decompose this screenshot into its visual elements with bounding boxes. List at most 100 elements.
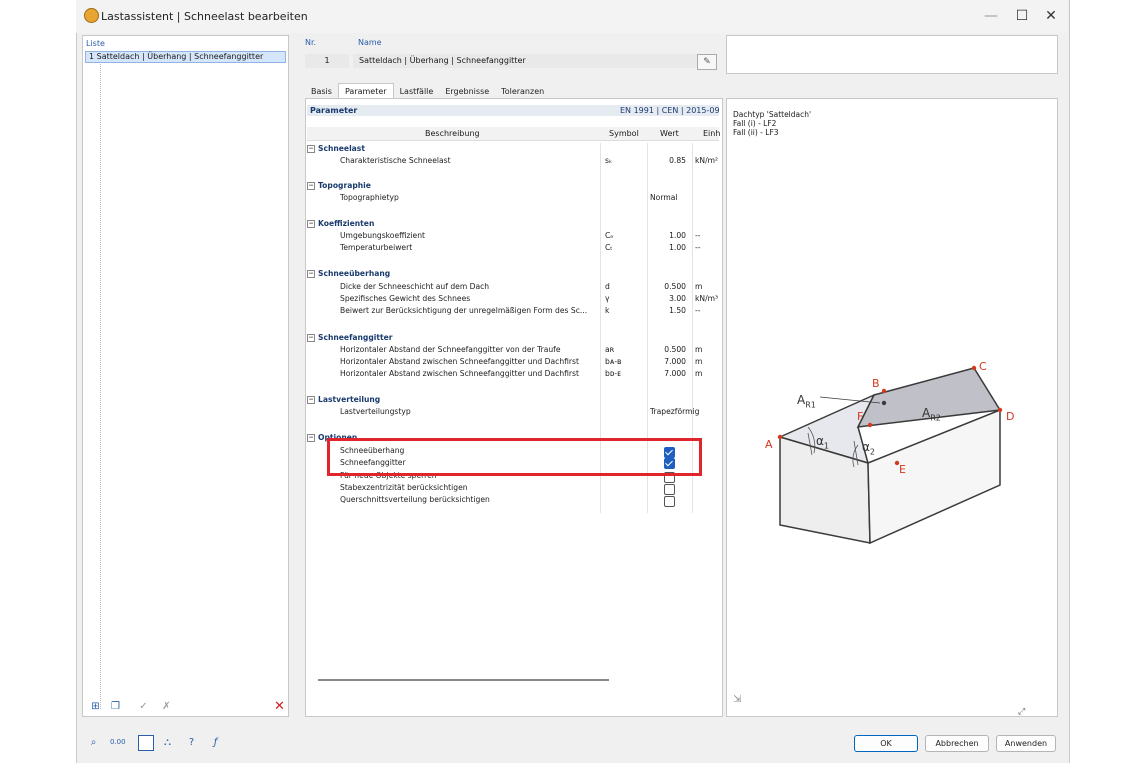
val-lastverteilungstyp[interactable]: Trapezförmig	[650, 407, 699, 417]
unit-bde: m	[695, 369, 703, 378]
nr-field[interactable]: 1	[305, 54, 349, 68]
group-topographie[interactable]: − Topographie	[307, 181, 371, 191]
list-tree-line	[100, 64, 102, 709]
group-schneelast[interactable]: − Schneelast	[307, 144, 365, 154]
val-d[interactable]: 0.500	[650, 282, 686, 292]
col-beschreibung: Beschreibung	[425, 129, 480, 138]
name-field[interactable]: Satteldach | Überhang | Schneefanggitter	[353, 54, 717, 68]
sym-gamma: γ	[605, 294, 610, 303]
minimize-button[interactable]: —	[976, 6, 1006, 26]
model-icon[interactable]: ⛬	[160, 735, 175, 750]
unit-sk: kN/m²	[695, 156, 719, 165]
label-b: B	[872, 377, 880, 390]
search-icon[interactable]: ⌕	[86, 735, 101, 750]
formula-icon[interactable]: ƒ	[208, 735, 223, 750]
label-c: C	[979, 360, 987, 373]
col-symbol: Symbol	[609, 129, 639, 138]
edit-name-icon[interactable]: ✎	[697, 54, 717, 70]
info-line-3: Fall (ii) - LF3	[733, 128, 779, 137]
diagram-tool-icon[interactable]: ⇲	[733, 694, 747, 706]
close-button[interactable]: ✕	[1036, 6, 1066, 26]
tab-lastfaelle[interactable]: Lastfälle	[394, 84, 440, 99]
val-topographietyp[interactable]: Normal	[650, 193, 677, 203]
row-abstand-de[interactable]: Horizontaler Abstand zwischen Schneefang…	[340, 369, 579, 379]
sym-d: d	[605, 282, 610, 291]
param-title: Parameter	[310, 106, 358, 115]
val-bab[interactable]: 7.000	[650, 357, 686, 367]
point-b	[881, 388, 887, 394]
val-ce[interactable]: 1.00	[650, 231, 686, 241]
row-lastverteilungstyp[interactable]: Lastverteilungstyp	[340, 407, 411, 417]
group-schneeueberhang[interactable]: − Schneeüberhang	[307, 269, 390, 279]
sym-ct: Cₜ	[605, 243, 613, 252]
cancel-button[interactable]: Abbrechen	[925, 735, 989, 752]
row-dicke[interactable]: Dicke der Schneeschicht auf dem Dach	[340, 282, 489, 292]
sym-ce: Cₑ	[605, 231, 614, 240]
apply-button[interactable]: Anwenden	[996, 735, 1056, 752]
app-icon	[84, 8, 99, 23]
val-bde[interactable]: 7.000	[650, 369, 686, 379]
tab-toleranzen[interactable]: Toleranzen	[495, 84, 550, 99]
row-abstand-ab[interactable]: Horizontaler Abstand zwischen Schneefang…	[340, 357, 579, 367]
label-d: D	[1006, 410, 1015, 423]
info-line-1: Dachtyp 'Satteldach'	[733, 110, 812, 119]
sym-sk: sₖ	[605, 156, 613, 165]
unit-bab: m	[695, 357, 703, 366]
uncheck-all-icon[interactable]: ✗	[159, 699, 174, 714]
label-a: A	[765, 438, 773, 451]
sym-k: k	[605, 306, 610, 315]
list-header: Liste	[86, 39, 105, 48]
col-einheit: Einh	[703, 129, 721, 138]
row-beiwert[interactable]: Beiwert zur Berücksichtigung der unregel…	[340, 306, 598, 316]
option-querschnittsverteilung: Querschnittsverteilung berücksichtigen	[340, 495, 490, 504]
tab-ergebnisse[interactable]: Ergebnisse	[439, 84, 495, 99]
color-icon[interactable]	[138, 735, 154, 751]
unit-ar: m	[695, 345, 703, 354]
check-all-icon[interactable]: ✓	[136, 699, 151, 714]
unit-d: m	[695, 282, 703, 291]
row-temperaturbeiwert[interactable]: Temperaturbeiwert	[340, 243, 412, 253]
unit-gamma: kN/m³	[695, 294, 719, 303]
list-panel: Liste 1 Satteldach | Überhang | Schneefa…	[82, 35, 289, 717]
horizontal-scrollbar[interactable]	[318, 679, 609, 681]
expand-icon[interactable]: ⤢	[1018, 707, 1025, 717]
label-ar2: AR2	[922, 406, 941, 423]
list-item[interactable]: 1 Satteldach | Überhang | Schneefanggitt…	[85, 51, 286, 63]
nr-label: Nr.	[305, 38, 317, 47]
val-ct[interactable]: 1.00	[650, 243, 686, 253]
group-lastverteilung[interactable]: − Lastverteilung	[307, 395, 380, 405]
sym-bab: bᴀ-ʙ	[605, 357, 622, 366]
tab-basis[interactable]: Basis	[305, 84, 338, 99]
window-title: Lastassistent | Schneelast bearbeiten	[101, 10, 308, 23]
val-ar[interactable]: 0.500	[650, 345, 686, 355]
checkbox-querschnittsverteilung[interactable]	[664, 496, 675, 507]
copy-item-icon[interactable]: ❐	[108, 699, 123, 714]
unit-ce: --	[695, 231, 701, 240]
point-c	[971, 365, 977, 371]
help-icon[interactable]: ?	[184, 735, 199, 750]
param-norm: EN 1991 | CEN | 2015-09	[620, 106, 720, 115]
delete-icon[interactable]: ✕	[272, 699, 287, 714]
val-k[interactable]: 1.50	[650, 306, 686, 316]
column-header-row	[307, 127, 719, 141]
tab-parameter[interactable]: Parameter	[337, 83, 394, 99]
sym-bde: bᴅ-ᴇ	[605, 369, 621, 378]
maximize-button[interactable]: ☐	[1007, 6, 1037, 26]
row-umgebungskoeffizient[interactable]: Umgebungskoeffizient	[340, 231, 425, 241]
row-abstand-traufe[interactable]: Horizontaler Abstand der Schneefanggitte…	[340, 345, 561, 355]
val-gamma[interactable]: 3.00	[650, 294, 686, 304]
row-topographietyp[interactable]: Topographietyp	[340, 193, 399, 203]
group-schneefanggitter[interactable]: − Schneefanggitter	[307, 333, 393, 343]
row-gewicht[interactable]: Spezifisches Gewicht des Schnees	[340, 294, 470, 304]
val-sk[interactable]: 0.85	[650, 156, 686, 166]
ok-button[interactable]: OK	[854, 735, 918, 752]
point-ar1	[881, 400, 887, 406]
units-icon[interactable]: 0.00	[110, 735, 126, 750]
name-label: Name	[358, 38, 382, 47]
point-f	[867, 422, 873, 428]
checkbox-stabexzentrizitaet[interactable]	[664, 484, 675, 495]
col-wert: Wert	[660, 129, 679, 138]
highlight-box	[327, 438, 702, 476]
group-koeffizienten[interactable]: − Koeffizienten	[307, 219, 374, 229]
new-item-icon[interactable]: ⊞	[88, 699, 103, 714]
